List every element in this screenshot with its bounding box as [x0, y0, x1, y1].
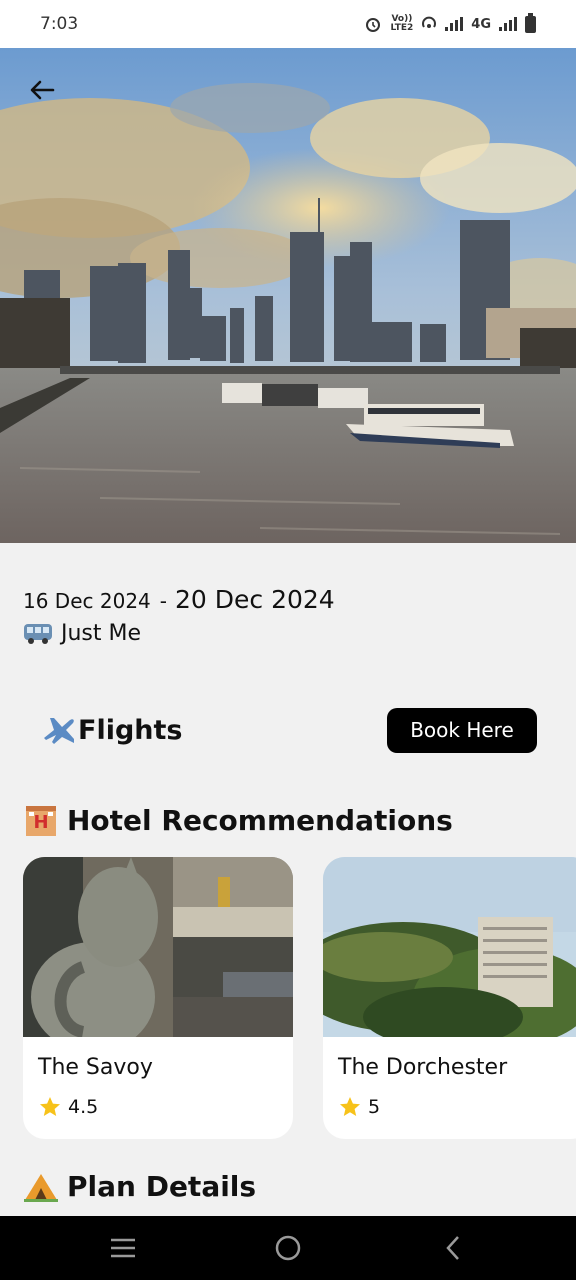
recent-apps-button[interactable] — [93, 1218, 153, 1278]
home-icon — [275, 1235, 301, 1261]
hotel-section-label: Hotel Recommendations — [67, 803, 453, 837]
hotel-card-savoy[interactable]: The Savoy 4.5 — [23, 857, 293, 1139]
system-nav-bar — [0, 1216, 576, 1280]
volte-label: Vo)) LTE2 — [390, 14, 414, 33]
hotel-rating: 4.5 — [38, 1095, 98, 1119]
status-bar: 7:03 Vo)) LTE2 4G — [0, 0, 576, 48]
plan-details-title: Plan Details — [23, 1168, 256, 1204]
hotel-list[interactable]: The Savoy 4.5 The Dorchester 5 — [23, 857, 576, 1139]
back-button[interactable] — [24, 70, 60, 110]
star-icon — [340, 1097, 360, 1116]
hotspot-icon — [422, 16, 437, 28]
hotel-image — [23, 857, 293, 1037]
battery-icon — [525, 12, 536, 33]
traveler-info: Just Me — [23, 621, 141, 646]
star-icon — [40, 1097, 60, 1116]
hotel-rating: 5 — [338, 1095, 380, 1119]
signal-icon-2 — [499, 17, 517, 31]
status-icons: Vo)) LTE2 4G — [364, 12, 536, 33]
end-date: 20 Dec 2024 — [174, 585, 335, 614]
hotel-name: The Savoy — [38, 1055, 153, 1080]
network-type: 4G — [471, 16, 491, 32]
hotel-image — [323, 857, 576, 1037]
status-time: 7:03 — [40, 14, 79, 34]
flights-title: Flights — [40, 712, 182, 748]
start-date: 16 Dec 2024 — [23, 589, 151, 613]
bus-icon — [24, 623, 52, 644]
flights-section: Flights Book Here — [40, 705, 537, 755]
rating-value: 4.5 — [68, 1096, 99, 1118]
plan-section-label: Plan Details — [67, 1169, 257, 1203]
back-icon — [446, 1236, 460, 1260]
hotel-card-dorchester[interactable]: The Dorchester 5 — [323, 857, 576, 1139]
back-arrow-icon — [30, 80, 55, 100]
camping-icon — [24, 1174, 58, 1202]
book-flights-button[interactable]: Book Here — [387, 707, 537, 753]
flights-label: Flights — [78, 714, 183, 746]
date-separator: - — [159, 589, 167, 613]
system-back-button[interactable] — [423, 1218, 483, 1278]
svg-text:H: H — [33, 812, 48, 833]
hotel-icon: H — [26, 806, 56, 836]
signal-icon — [445, 17, 464, 31]
menu-icon — [110, 1238, 135, 1258]
rating-value: 5 — [368, 1096, 381, 1118]
hotel-name: The Dorchester — [338, 1055, 508, 1080]
traveler-label: Just Me — [61, 621, 142, 646]
airplane-icon — [44, 718, 74, 744]
destination-hero-image — [0, 48, 576, 543]
hotel-recommendations-title: H Hotel Recommendations — [23, 802, 453, 838]
home-button[interactable] — [258, 1218, 318, 1278]
trip-dates: 16 Dec 2024 - 20 Dec 2024 — [23, 585, 335, 614]
alarm-icon — [366, 18, 381, 32]
